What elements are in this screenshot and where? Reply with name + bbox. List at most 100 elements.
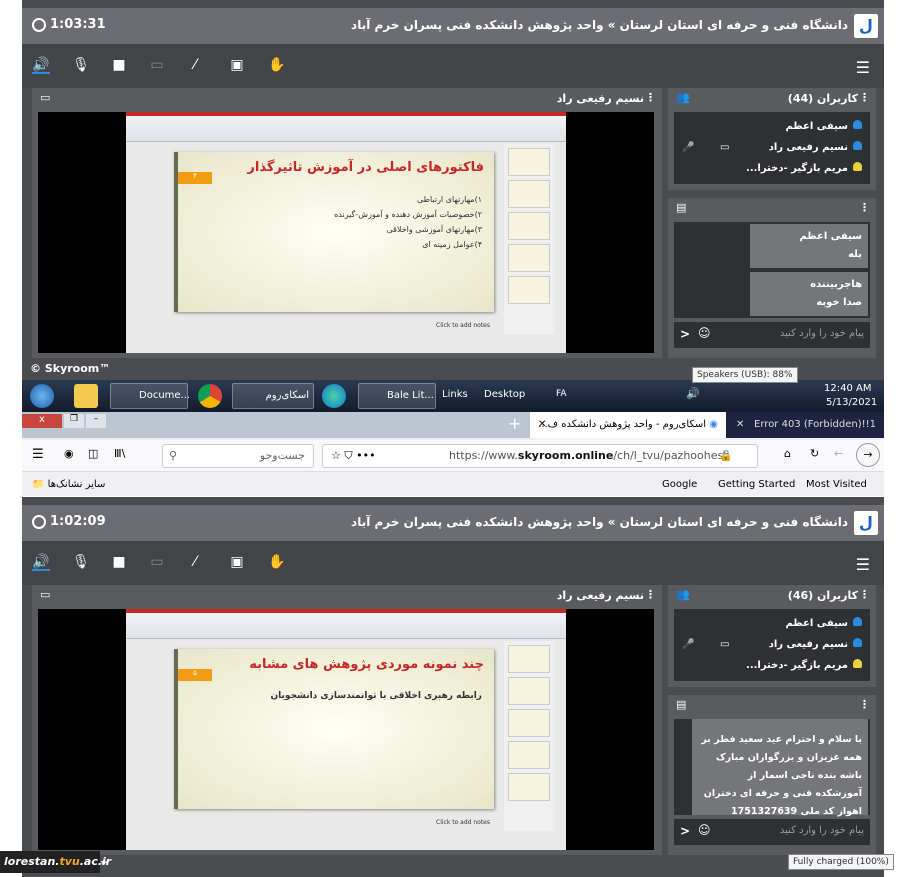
skyroom-session-bottom: 1:02:09 دانشگاه فنی و حرفه ای استان لرست… (22, 497, 884, 877)
presentation-panel: نسیم رفیعی راد ⋮ ▭ ۴ فاکتورهای اصلی در آمو… (32, 88, 662, 358)
new-tab-button[interactable]: + (508, 414, 521, 433)
raise-hand-icon[interactable]: ✋ (268, 553, 286, 571)
skyroom-logo: ل (854, 511, 878, 535)
more-options-icon[interactable]: ⋮ (645, 588, 656, 601)
reload-icon[interactable]: ↻ (810, 447, 819, 460)
session-toolbar: 🔊 🎙 ■ ▭ ⁄ ▣ ✋ ☰ (22, 541, 884, 585)
windows-taskbar: Docume... اسکای‌روم ... Bale Lit... Link… (22, 380, 884, 425)
forward-button[interactable]: → (856, 443, 880, 467)
camera-icon[interactable]: ■ (110, 553, 128, 571)
taskbar-firefox[interactable]: اسکای‌روم ... (232, 383, 314, 425)
chat-input[interactable]: پیام خود را وارد کنید ☺ < (674, 322, 870, 348)
close-window-button[interactable]: x (22, 414, 62, 428)
pocket-icon[interactable]: ⛉ (344, 449, 352, 462)
user-item[interactable]: نسیم رفیعی راد ▭ 🎤 (674, 634, 862, 655)
more-options-icon[interactable]: ⋮ (859, 698, 870, 711)
page-actions-icon[interactable]: ••• (356, 449, 375, 462)
clock-icon (32, 514, 46, 529)
back-icon[interactable]: ← (834, 447, 843, 460)
screen-share-icon[interactable]: ▭ (148, 553, 166, 571)
users-count: کاربران (44) (787, 92, 858, 105)
battery-tooltip: Fully charged (100%) (788, 854, 894, 870)
taskbar-opera[interactable]: Bale Lit... (358, 383, 436, 409)
powerpoint-ribbon (126, 609, 566, 639)
emoji-icon[interactable]: ☺ (698, 823, 711, 837)
restore-window-button[interactable]: ❐ (64, 414, 84, 428)
menu-icon[interactable]: ☰ (32, 447, 44, 462)
bookmark-google[interactable]: Google (662, 474, 697, 496)
speaker-icon[interactable]: 🔊 (32, 56, 50, 74)
tab-skyroom[interactable]: ◉ اسکای‌روم - واحد پژوهش دانشکده ف... ✕ (530, 412, 726, 438)
bookmark-getting-started[interactable]: Getting Started (718, 474, 795, 496)
tab-close-icon[interactable]: ✕ (538, 412, 546, 438)
start-button[interactable] (30, 384, 54, 408)
slide-number: ۵ (178, 669, 212, 681)
skyroom-logo: ل (854, 14, 878, 38)
minimize-window-button[interactable]: – (86, 414, 106, 428)
file-explorer-icon[interactable] (74, 384, 98, 408)
raise-hand-icon[interactable]: ✋ (268, 56, 286, 74)
user-icon (853, 120, 862, 129)
library-icon[interactable]: Ⅲ\ (114, 447, 125, 460)
send-icon[interactable]: < (680, 824, 690, 838)
taskbar-word[interactable]: Docume... (110, 383, 190, 409)
edge-icon[interactable] (322, 384, 346, 408)
chat-message: سیفی اعظم بله (750, 224, 868, 268)
more-options-icon[interactable]: ⋮ (645, 91, 656, 104)
more-options-icon[interactable]: ⋮ (859, 588, 870, 601)
bookmark-most-visited[interactable]: Most Visited (806, 474, 867, 496)
presentation-icon[interactable]: ▣ (228, 56, 246, 74)
links-toolbar[interactable]: Links (442, 389, 468, 400)
user-item[interactable]: نسیم رفیعی راد ▭ 🎤 (674, 137, 862, 158)
menu-icon[interactable]: ☰ (856, 58, 870, 77)
more-options-icon[interactable]: ⋮ (859, 91, 870, 104)
camera-icon[interactable]: ■ (110, 56, 128, 74)
clock-date[interactable]: 5/13/2021 (826, 397, 877, 408)
language-indicator[interactable]: FA (556, 389, 567, 399)
tab-error-403[interactable]: ✕ Error 403 (Forbidden)!!1 (726, 412, 884, 438)
menu-icon[interactable]: ☰ (856, 555, 870, 574)
chat-input[interactable]: پیام خود را وارد کنید ☺ < (674, 819, 870, 845)
screen-icon: ▭ (40, 91, 51, 104)
clock-time[interactable]: 12:40 AM (824, 383, 871, 394)
whiteboard-brush-icon[interactable]: ⁄ (186, 56, 204, 74)
lock-icon[interactable]: 🔒 (719, 445, 733, 467)
more-options-icon[interactable]: ⋮ (859, 201, 870, 214)
user-item[interactable]: سیفی اعظم (674, 613, 862, 634)
speaker-icon[interactable]: 🔊 (32, 553, 50, 571)
room-title: دانشگاه فنی و حرفه ای استان لرستان » واح… (351, 515, 848, 529)
user-item[interactable]: سیفی اعظم (674, 116, 862, 137)
screen-icon: ▭ (720, 142, 730, 153)
emoji-icon[interactable]: ☺ (698, 326, 711, 340)
tab-favicon: ◉ (706, 419, 718, 430)
session-timer: 1:03:31 (32, 17, 106, 32)
tab-close-icon[interactable]: ✕ (736, 412, 744, 438)
mic-muted-icon[interactable]: 🎙 (72, 56, 90, 74)
slide-line: ۳)مهارتهای آموزشی واخلاقی (386, 225, 482, 234)
chrome-icon[interactable] (198, 384, 222, 408)
url-bar[interactable]: ☆ ⛉ ••• https://www.skyroom.online/ch/l_… (322, 444, 758, 468)
navigation-bar: ☰ ◉ ◫ Ⅲ\ جست‌وجو ⚲ ☆ ⛉ ••• https://www.sk… (22, 440, 884, 472)
screen-share-icon[interactable]: ▭ (148, 56, 166, 74)
other-bookmarks[interactable]: 📁 سایر نشانک‌ها (32, 474, 105, 496)
notes-pane[interactable]: Click to add notes (436, 819, 490, 826)
bookmark-star-icon[interactable]: ☆ (331, 449, 341, 462)
notes-pane[interactable]: Click to add notes (436, 322, 490, 329)
user-item[interactable]: مریم بازگیر -دخترا... (674, 655, 862, 676)
presentation-icon[interactable]: ▣ (228, 553, 246, 571)
mic-icon: 🎤 (682, 639, 695, 650)
account-icon[interactable]: ◉ (64, 447, 74, 460)
mic-muted-icon[interactable]: 🎙 (72, 553, 90, 571)
speaker-icon[interactable]: 🔊 (686, 387, 700, 400)
user-icon (853, 638, 862, 647)
desktop-toolbar[interactable]: Desktop (484, 389, 525, 400)
user-item[interactable]: مریم بازگیر -دخترا... (674, 158, 862, 179)
send-icon[interactable]: < (680, 327, 690, 341)
session-timer: 1:02:09 (32, 514, 106, 529)
slide-line: ۱)مهارتهای ارتباطی (416, 195, 482, 204)
search-input[interactable]: جست‌وجو ⚲ (162, 444, 314, 468)
slide-title: چند نمونه موردی پژوهش های مشابه (249, 657, 484, 672)
whiteboard-brush-icon[interactable]: ⁄ (186, 553, 204, 571)
home-icon[interactable]: ⌂ (784, 447, 791, 460)
sidebar-icon[interactable]: ◫ (88, 447, 98, 460)
